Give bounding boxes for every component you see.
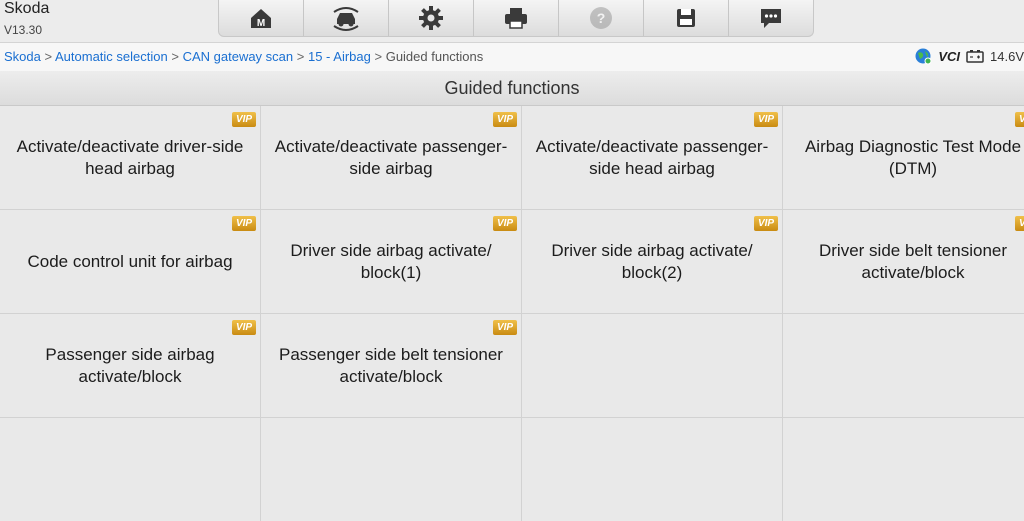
vip-badge: VIP xyxy=(232,216,256,231)
breadcrumb-current: Guided functions xyxy=(385,49,484,64)
home-button[interactable]: M xyxy=(219,0,304,36)
vip-badge: VIP xyxy=(754,216,778,231)
breadcrumb-item-can-gateway-scan[interactable]: CAN gateway scan xyxy=(183,49,294,64)
empty-tile xyxy=(0,418,260,521)
breadcrumb: Skoda > Automatic selection > CAN gatewa… xyxy=(4,49,483,64)
breadcrumb-bar: Skoda > Automatic selection > CAN gatewa… xyxy=(0,42,1024,72)
function-label: Activate/deactivate driver-side head air… xyxy=(16,136,244,178)
function-label: Passenger side belt tensioner activate/b… xyxy=(279,344,503,386)
home-icon: M xyxy=(251,9,271,29)
help-icon: ? xyxy=(590,7,612,29)
function-tile[interactable]: Activate/deactivate driver-side head air… xyxy=(0,106,260,209)
page-title: Guided functions xyxy=(0,71,1024,106)
function-label: Airbag Diagnostic Test Mode (DTM) xyxy=(804,136,1022,178)
function-label: Activate/deactivate passenger-side airba… xyxy=(274,136,508,178)
print-button[interactable] xyxy=(474,0,559,36)
save-button[interactable] xyxy=(644,0,729,36)
vip-badge: VIP xyxy=(493,320,517,335)
message-button[interactable] xyxy=(729,0,813,36)
function-tile[interactable]: Driver side airbag activate/ block(2) VI… xyxy=(522,210,782,313)
vip-badge: VIP xyxy=(232,320,256,335)
toolbar: M ? xyxy=(218,0,814,37)
vip-badge: VIP xyxy=(493,216,517,231)
vci-icon: VCI xyxy=(938,48,961,64)
voltage-readout: 14.6V xyxy=(990,48,1024,64)
globe-icon xyxy=(915,48,932,65)
vehicle-swap-button[interactable] xyxy=(304,0,389,36)
save-icon xyxy=(677,9,695,27)
breadcrumb-item-airbag[interactable]: 15 - Airbag xyxy=(308,49,371,64)
function-tile[interactable]: Activate/deactivate passenger-side airba… xyxy=(261,106,521,209)
vip-badge: VIP xyxy=(1015,112,1024,127)
function-tile[interactable]: Passenger side airbag activate/block VIP xyxy=(0,314,260,417)
vehicle-swap-icon xyxy=(333,7,359,31)
svg-text:?: ? xyxy=(597,10,606,26)
breadcrumb-separator: > xyxy=(44,49,53,64)
function-tile[interactable]: Driver side airbag activate/ block(1) VI… xyxy=(261,210,521,313)
breadcrumb-item-automatic-selection[interactable]: Automatic selection xyxy=(55,49,168,64)
vip-badge: VIP xyxy=(232,112,256,127)
battery-icon xyxy=(966,50,984,63)
empty-tile xyxy=(783,314,1024,417)
app-name: Skoda xyxy=(4,0,50,17)
app-version: V13.30 xyxy=(4,23,43,37)
gear-icon xyxy=(419,6,443,30)
status-area: VCI 14.6V xyxy=(914,47,1024,65)
function-tile[interactable]: Driver side belt tensioner activate/bloc… xyxy=(783,210,1024,313)
function-label: Driver side belt tensioner activate/bloc… xyxy=(818,240,1008,282)
empty-tile xyxy=(522,418,782,521)
function-tile[interactable]: Passenger side belt tensioner activate/b… xyxy=(261,314,521,417)
function-tile[interactable]: Airbag Diagnostic Test Mode (DTM) VIP xyxy=(783,106,1024,209)
empty-tile xyxy=(783,418,1024,521)
function-tile[interactable]: Activate/deactivate passenger-side head … xyxy=(522,106,782,209)
breadcrumb-separator: > xyxy=(296,49,305,64)
breadcrumb-separator: > xyxy=(171,49,179,64)
function-tile[interactable]: Code control unit for airbag VIP xyxy=(0,210,260,313)
help-button[interactable]: ? xyxy=(559,0,644,36)
function-label: Code control unit for airbag xyxy=(27,251,233,271)
vip-badge: VIP xyxy=(754,112,778,127)
function-label: Activate/deactivate passenger-side head … xyxy=(535,136,769,178)
empty-tile xyxy=(522,314,782,417)
printer-icon xyxy=(505,8,527,29)
function-grid: Activate/deactivate driver-side head air… xyxy=(0,106,1024,521)
breadcrumb-item-skoda[interactable]: Skoda xyxy=(4,49,41,64)
message-icon xyxy=(761,9,781,28)
svg-text:M: M xyxy=(257,18,265,29)
top-bar: Skoda V13.30 M ? xyxy=(0,0,1024,42)
function-label: Driver side airbag activate/ block(1) xyxy=(290,240,492,282)
vip-badge: VIP xyxy=(1015,216,1024,231)
settings-button[interactable] xyxy=(389,0,474,36)
empty-tile xyxy=(261,418,521,521)
function-label: Driver side airbag activate/ block(2) xyxy=(551,240,753,282)
vip-badge: VIP xyxy=(493,112,517,127)
breadcrumb-separator: > xyxy=(374,49,383,64)
function-label: Passenger side airbag activate/block xyxy=(45,344,215,386)
